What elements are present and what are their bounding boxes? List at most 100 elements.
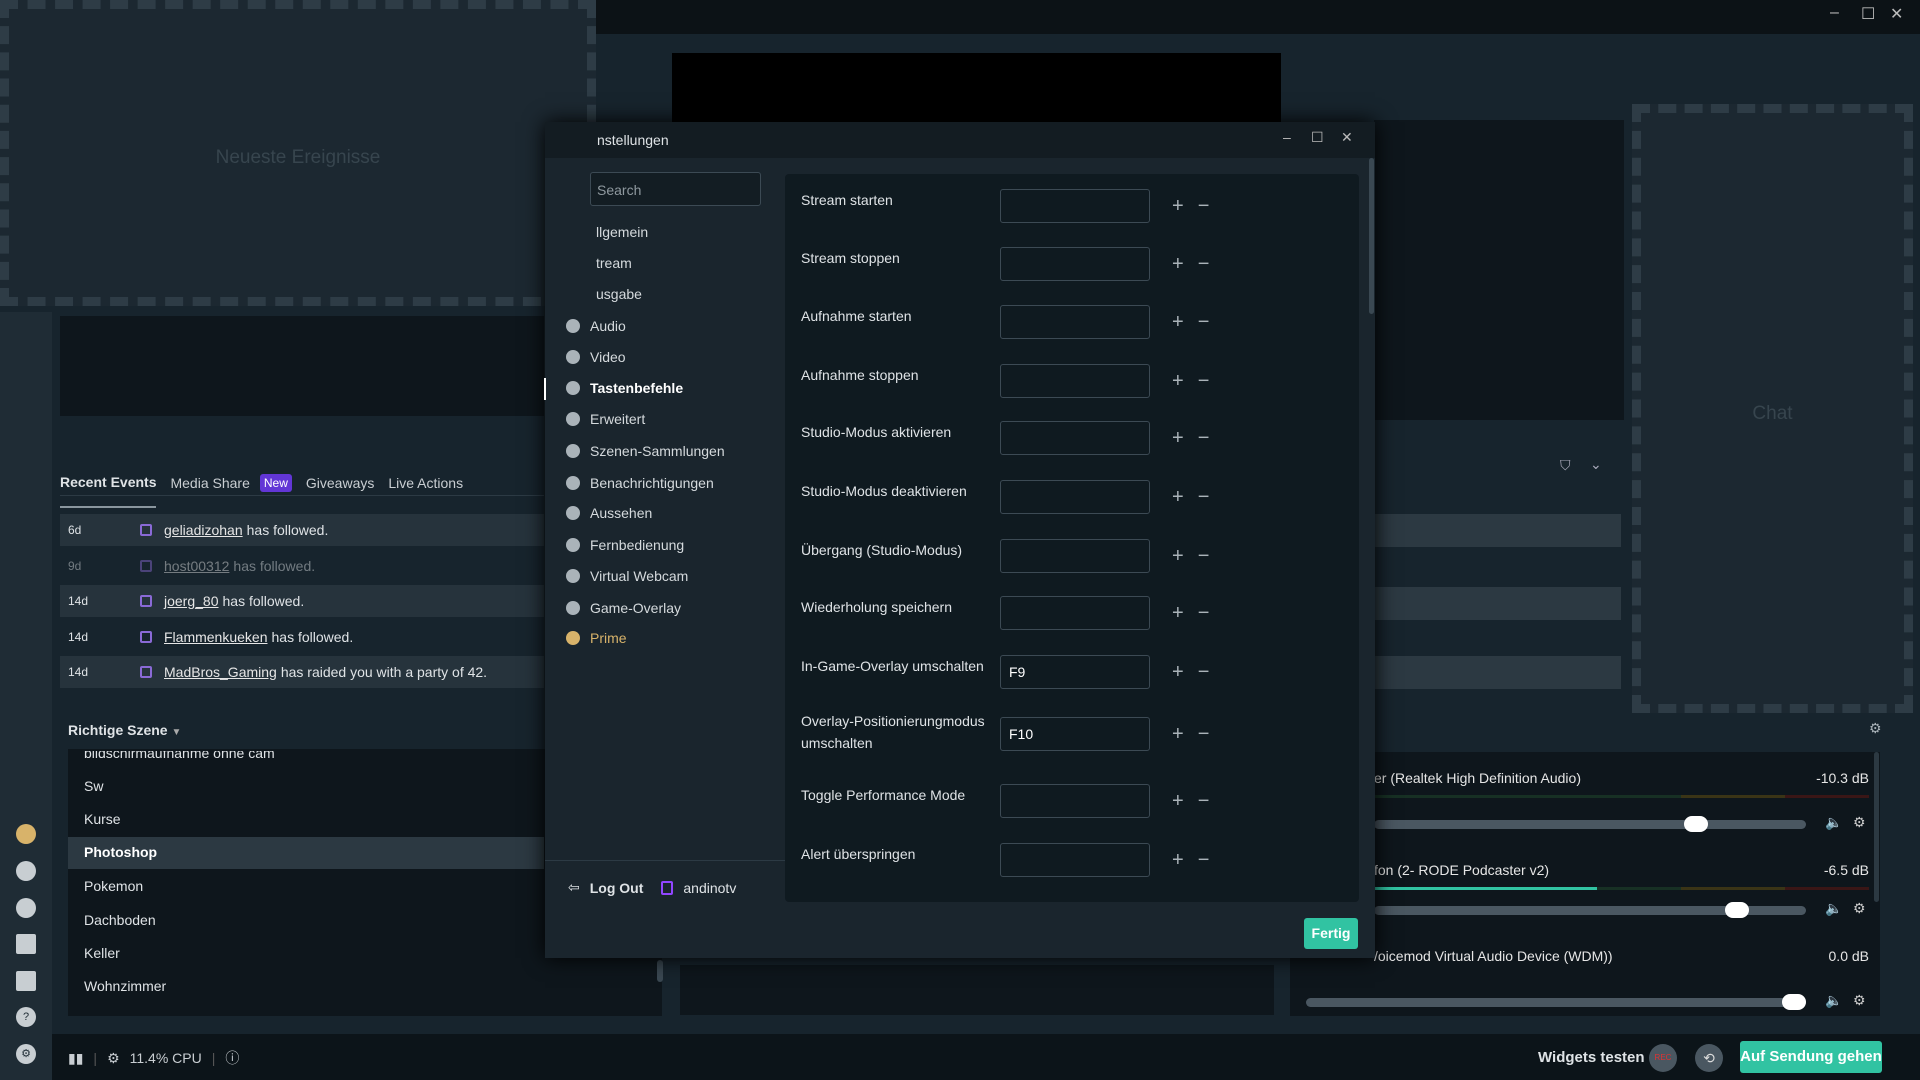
minimize-icon[interactable]: – <box>1830 4 1839 22</box>
scene-item[interactable]: Photoshop <box>84 844 157 860</box>
mixer-scrollbar[interactable] <box>1874 752 1879 902</box>
add-icon[interactable]: + <box>1172 311 1184 334</box>
tab-giveaways[interactable]: Giveaways <box>306 475 374 491</box>
add-icon[interactable]: + <box>1172 253 1184 276</box>
remove-icon[interactable]: − <box>1198 311 1210 334</box>
dashboard-icon[interactable] <box>16 861 36 881</box>
hotkey-input[interactable] <box>1000 364 1150 398</box>
settings-nav-item[interactable]: Video <box>566 349 626 365</box>
add-icon[interactable]: + <box>1172 723 1184 746</box>
add-icon[interactable]: + <box>1172 195 1184 218</box>
event-user-link[interactable]: geliadizohan <box>164 522 243 538</box>
tab-media-share[interactable]: Media Share <box>170 475 249 491</box>
hotkey-input[interactable]: F9 <box>1000 655 1150 689</box>
settings-nav-item[interactable]: llgemein <box>596 224 648 240</box>
logout-icon[interactable]: ⇦ <box>568 879 580 896</box>
go-live-button[interactable]: Auf Sendung gehen <box>1740 1041 1882 1073</box>
settings-nav-item[interactable]: Game-Overlay <box>566 600 681 616</box>
stats-icon[interactable]: ▮▮ <box>68 1050 83 1067</box>
add-icon[interactable]: + <box>1172 545 1184 568</box>
settings-nav-item[interactable]: Aussehen <box>566 505 652 521</box>
remove-icon[interactable]: − <box>1198 253 1210 276</box>
slider-handle[interactable] <box>1724 902 1749 918</box>
scene-item[interactable]: Dachboden <box>84 912 156 928</box>
remove-icon[interactable]: − <box>1198 370 1210 393</box>
tab-live-actions[interactable]: Live Actions <box>388 475 463 491</box>
close-icon[interactable]: ✕ <box>1890 4 1903 24</box>
logout-button[interactable]: Log Out <box>590 880 644 896</box>
maximize-icon[interactable]: ☐ <box>1861 4 1875 24</box>
replay-icon[interactable]: ⟲ <box>1695 1044 1723 1072</box>
speaker-icon[interactable]: 🔈 <box>1825 900 1842 917</box>
volume-slider[interactable] <box>1374 902 1806 918</box>
settings-nav-item[interactable]: Prime <box>566 630 627 646</box>
event-user-link[interactable]: host00312 <box>164 558 229 574</box>
hotkey-input[interactable] <box>1000 784 1150 818</box>
remove-icon[interactable]: − <box>1198 195 1210 218</box>
hotkey-input[interactable] <box>1000 843 1150 877</box>
mixer-settings-icon[interactable]: ⚙ <box>1869 720 1882 737</box>
hotkey-input[interactable] <box>1000 189 1150 223</box>
add-icon[interactable]: + <box>1172 790 1184 813</box>
slider-handle[interactable] <box>1684 816 1709 832</box>
hotkey-input[interactable] <box>1000 480 1150 514</box>
scene-item[interactable]: Kurse <box>84 811 121 827</box>
grid-icon[interactable] <box>16 934 36 954</box>
muted-speaker-icon[interactable]: 🔈 <box>1825 992 1842 1009</box>
scene-collection-title[interactable]: Richtige Szene ▼ <box>68 722 181 738</box>
settings-nav-item[interactable]: usgabe <box>596 286 642 302</box>
hotkey-input[interactable] <box>1000 247 1150 281</box>
chevron-down-icon[interactable]: ⌄ <box>1590 456 1602 473</box>
remove-icon[interactable]: − <box>1198 427 1210 450</box>
add-icon[interactable]: + <box>1172 370 1184 393</box>
settings-nav-item[interactable]: Fernbedienung <box>566 537 684 553</box>
library-icon[interactable] <box>16 971 36 991</box>
gear-icon[interactable]: ⚙ <box>1853 900 1866 917</box>
remove-icon[interactable]: − <box>1198 849 1210 872</box>
settings-nav-item[interactable]: Audio <box>566 318 626 334</box>
hotkey-input[interactable] <box>1000 596 1150 630</box>
event-user-link[interactable]: MadBros_Gaming <box>164 664 277 680</box>
add-icon[interactable]: + <box>1172 486 1184 509</box>
hotkey-input[interactable] <box>1000 539 1150 573</box>
tab-recent-events[interactable]: Recent Events <box>60 474 157 508</box>
rec-button[interactable]: REC <box>1649 1044 1677 1072</box>
settings-icon[interactable]: ⚙ <box>16 1044 36 1064</box>
hotkey-input[interactable] <box>1000 421 1150 455</box>
add-icon[interactable]: + <box>1172 849 1184 872</box>
remove-icon[interactable]: − <box>1198 661 1210 684</box>
scene-item[interactable]: Wohnzimmer <box>84 978 166 994</box>
dialog-scrollbar[interactable] <box>1369 158 1374 314</box>
add-icon[interactable]: + <box>1172 427 1184 450</box>
event-user-link[interactable]: joerg_80 <box>164 593 219 609</box>
settings-search-input[interactable]: Search <box>590 172 761 206</box>
maximize-icon[interactable]: ☐ <box>1311 129 1324 146</box>
scrollbar[interactable] <box>657 960 663 982</box>
remove-icon[interactable]: − <box>1198 545 1210 568</box>
remove-icon[interactable]: − <box>1198 790 1210 813</box>
info-icon[interactable]: ⓘ <box>225 1048 239 1068</box>
volume-slider[interactable] <box>1306 994 1806 1010</box>
gear-icon[interactable]: ⚙ <box>1853 814 1866 831</box>
settings-nav-item[interactable]: Szenen-Sammlungen <box>566 443 725 459</box>
settings-nav-item[interactable]: tream <box>596 255 632 271</box>
prime-icon[interactable] <box>16 824 36 844</box>
remove-icon[interactable]: − <box>1198 723 1210 746</box>
add-icon[interactable]: + <box>1172 602 1184 625</box>
settings-nav-item[interactable]: Benachrichtigungen <box>566 475 714 491</box>
remove-icon[interactable]: − <box>1198 602 1210 625</box>
widgets-test-button[interactable]: Widgets testen <box>1538 1049 1645 1066</box>
scene-item[interactable]: Sw <box>84 778 103 794</box>
event-user-link[interactable]: Flammenkueken <box>164 629 268 645</box>
help-icon[interactable]: ? <box>16 1007 36 1027</box>
scene-item[interactable]: Keller <box>84 945 120 961</box>
settings-nav-item[interactable]: Virtual Webcam <box>566 568 688 584</box>
settings-nav-item[interactable]: Tastenbefehle <box>566 380 683 396</box>
hotkey-input[interactable] <box>1000 305 1150 339</box>
gear-icon[interactable]: ⚙ <box>1853 992 1866 1009</box>
speaker-icon[interactable]: 🔈 <box>1825 814 1842 831</box>
volume-slider[interactable] <box>1374 816 1806 832</box>
minimize-icon[interactable]: – <box>1283 129 1291 145</box>
done-button[interactable]: Fertig <box>1304 918 1358 949</box>
chat-icon[interactable] <box>16 898 36 918</box>
